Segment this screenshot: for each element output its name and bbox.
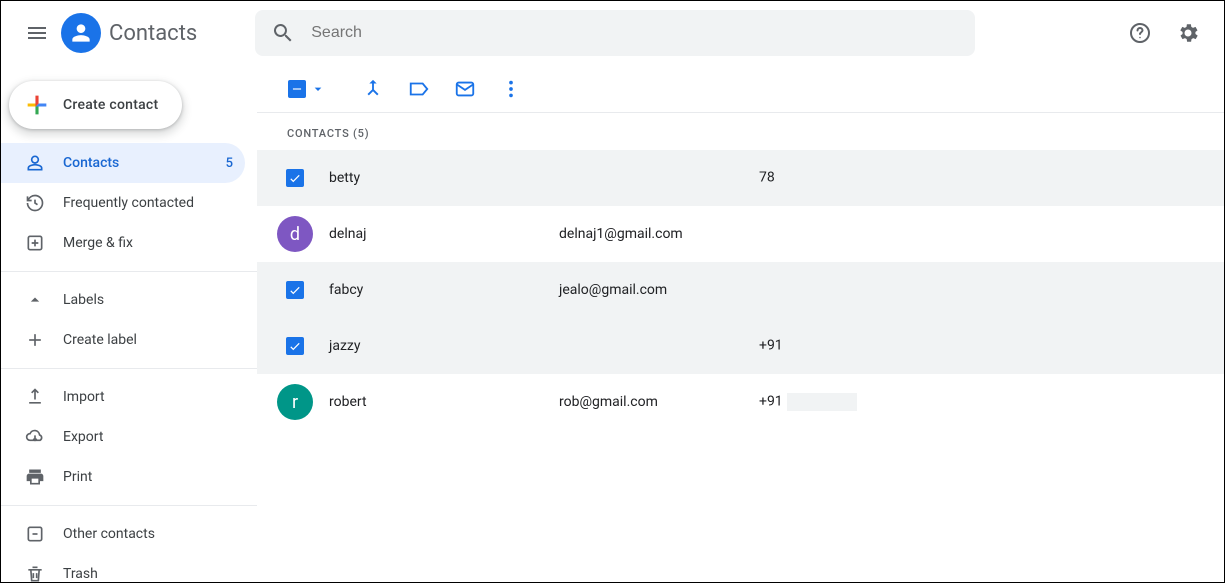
sidebar-item-trash[interactable]: Trash (1, 554, 257, 583)
settings-button[interactable] (1168, 13, 1208, 53)
redacted-phone (787, 337, 857, 355)
print-icon (25, 467, 45, 487)
archive-icon (25, 524, 45, 544)
sidebar-item-merge[interactable]: Merge & fix (1, 223, 245, 263)
contact-name: delnaj (329, 226, 559, 242)
plus-multicolor-icon (23, 91, 51, 119)
upload-icon (25, 387, 45, 407)
label-icon (408, 78, 430, 100)
merge-icon (25, 233, 45, 253)
caret-down-icon (310, 81, 326, 97)
label-button[interactable] (399, 69, 439, 109)
contact-row[interactable]: jazzy +91 (257, 318, 1224, 374)
merge-arrows-icon (362, 78, 384, 100)
create-label-button[interactable]: Create label (1, 320, 257, 360)
redacted-phone (787, 393, 857, 411)
check-icon (288, 171, 302, 185)
more-actions-button[interactable] (491, 69, 531, 109)
nav-label: Other contacts (63, 526, 155, 542)
row-checkbox[interactable] (275, 158, 315, 198)
main-menu-button[interactable] (17, 13, 57, 53)
contact-row[interactable]: rrobertrob@gmail.com+91 (257, 374, 1224, 430)
contact-name: robert (329, 394, 559, 410)
nav-label: Trash (63, 566, 98, 582)
row-checkbox[interactable] (275, 326, 315, 366)
contact-name: jazzy (329, 338, 559, 354)
contact-email: jealo@gmail.com (559, 282, 759, 298)
main-panel: CONTACTS (5) betty 78 ddelnajdelnaj1@gmail… (257, 65, 1224, 582)
merge-contacts-button[interactable] (353, 69, 393, 109)
labels-section-toggle[interactable]: Labels (1, 280, 257, 320)
cloud-download-icon (25, 427, 45, 447)
app-logo (61, 13, 101, 53)
sidebar-item-import[interactable]: Import (1, 377, 257, 417)
help-icon (1128, 21, 1152, 45)
selection-toolbar (257, 65, 1224, 113)
nav-label: Import (63, 389, 105, 405)
gear-icon (1176, 21, 1200, 45)
contact-name: fabcy (329, 282, 559, 298)
divider (1, 368, 257, 369)
contacts-list: betty78ddelnajdelnaj1@gmail.comfabcyjeal… (257, 150, 1224, 430)
sidebar-item-export[interactable]: Export (1, 417, 257, 457)
sidebar-item-contacts[interactable]: Contacts 5 (1, 143, 245, 183)
indeterminate-icon (290, 82, 304, 96)
row-checkbox[interactable] (275, 270, 315, 310)
selection-dropdown[interactable] (287, 69, 327, 109)
search-icon (271, 21, 295, 45)
check-icon (288, 283, 302, 297)
trash-icon (25, 564, 45, 583)
search-box[interactable] (255, 10, 975, 56)
nav-label: Print (63, 469, 92, 485)
sidebar-item-frequent[interactable]: Frequently contacted (1, 183, 245, 223)
contact-name: betty (329, 170, 559, 186)
contact-avatar: d (277, 216, 313, 252)
nav-label: Merge & fix (63, 235, 233, 251)
chevron-up-icon (25, 290, 45, 310)
row-checkbox[interactable]: r (275, 382, 315, 422)
nav-label: Frequently contacted (63, 195, 233, 211)
more-vert-icon (500, 78, 522, 100)
contact-email: rob@gmail.com (559, 394, 759, 410)
app-title: Contacts (109, 21, 197, 46)
contact-row[interactable]: fabcyjealo@gmail.com (257, 262, 1224, 318)
sidebar-item-other-contacts[interactable]: Other contacts (1, 514, 257, 554)
sidebar: Create contact Contacts 5 Frequently con… (1, 65, 257, 582)
help-button[interactable] (1120, 13, 1160, 53)
contact-row[interactable]: ddelnajdelnaj1@gmail.com (257, 206, 1224, 262)
person-icon (68, 20, 94, 46)
create-label-label: Create label (63, 332, 137, 348)
create-contact-button[interactable]: Create contact (9, 81, 182, 129)
mail-icon (454, 78, 476, 100)
email-button[interactable] (445, 69, 485, 109)
contact-phone: 78 (759, 169, 879, 187)
app-header: Contacts (1, 1, 1224, 65)
list-heading: CONTACTS (5) (257, 113, 1224, 150)
nav-label: Contacts (63, 155, 226, 171)
labels-heading: Labels (63, 292, 104, 308)
contact-avatar: r (277, 384, 313, 420)
contact-email: delnaj1@gmail.com (559, 226, 759, 242)
create-contact-label: Create contact (63, 97, 158, 113)
plus-icon (25, 330, 45, 350)
person-outline-icon (25, 153, 45, 173)
search-input[interactable] (309, 23, 959, 43)
contact-row[interactable]: betty 78 (257, 150, 1224, 206)
history-icon (25, 193, 45, 213)
sidebar-item-print[interactable]: Print (1, 457, 257, 497)
divider (1, 271, 257, 272)
nav-label: Export (63, 429, 103, 445)
nav-count: 5 (226, 156, 233, 171)
hamburger-icon (25, 21, 49, 45)
check-icon (288, 339, 302, 353)
row-checkbox[interactable]: d (275, 214, 315, 254)
contact-phone: +91 (759, 393, 879, 411)
divider (1, 505, 257, 506)
contact-phone: +91 (759, 337, 879, 355)
redacted-phone (779, 169, 849, 187)
